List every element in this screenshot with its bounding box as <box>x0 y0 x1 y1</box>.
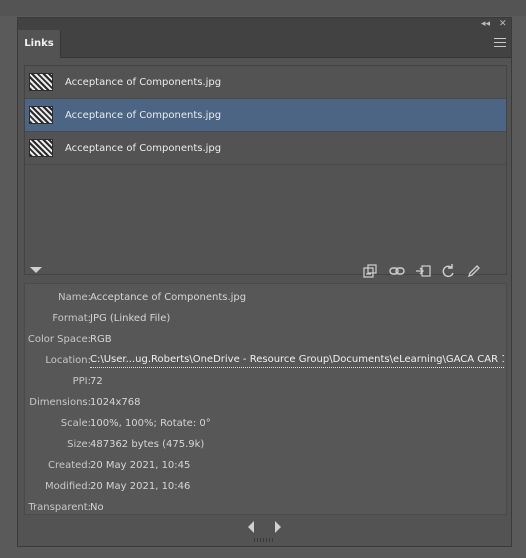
location-link[interactable]: C:\User...ug.Roberts\OneDrive - Resource… <box>90 353 504 368</box>
info-row-transparent: Transparent: No <box>25 497 506 518</box>
collapse-panel-icon[interactable]: ◂◂ <box>481 18 490 30</box>
link-name: Acceptance of Components.jpg <box>65 77 222 88</box>
info-label: Format: <box>52 313 91 324</box>
link-name: Acceptance of Components.jpg <box>65 143 222 154</box>
info-row-format: Format: JPG (Linked File) <box>25 308 506 329</box>
panel-title-bar[interactable]: ◂◂ ✕ <box>18 18 511 30</box>
update-link-icon[interactable] <box>439 262 457 280</box>
info-label: Created: <box>48 460 91 471</box>
thumbnail-icon <box>29 73 53 91</box>
panel-menu-icon[interactable] <box>494 38 506 50</box>
list-item[interactable]: Acceptance of Components.jpg <box>25 66 506 99</box>
info-row-created: Created: 20 May 2021, 10:45 <box>25 455 506 476</box>
link-info: Name: Acceptance of Components.jpg Forma… <box>24 283 507 515</box>
info-label: Transparent: <box>28 502 91 513</box>
top-strip <box>0 0 526 16</box>
next-link-icon[interactable] <box>275 521 281 533</box>
info-value: 1024x768 <box>90 397 141 408</box>
link-name: Acceptance of Components.jpg <box>65 110 222 121</box>
info-row-name: Name: Acceptance of Components.jpg <box>25 287 506 308</box>
edit-original-icon[interactable] <box>465 262 483 280</box>
info-label: Dimensions: <box>29 397 91 408</box>
info-label: Scale: <box>60 418 91 429</box>
info-row-modified: Modified: 20 May 2021, 10:46 <box>25 476 506 497</box>
go-to-link-icon[interactable] <box>414 262 432 280</box>
info-row-ppi: PPI: 72 <box>25 371 506 392</box>
info-label: Color Space: <box>27 334 91 345</box>
info-value: RGB <box>90 334 112 345</box>
link-icon[interactable] <box>388 262 406 280</box>
info-value: 100%, 100%; Rotate: 0° <box>90 418 211 429</box>
info-label: Location: <box>45 355 91 366</box>
links-panel: ◂◂ ✕ Links Acceptance of Components.jpg … <box>17 17 512 547</box>
info-label: PPI: <box>72 376 91 387</box>
list-item[interactable]: Acceptance of Components.jpg <box>25 132 506 165</box>
links-list[interactable]: Acceptance of Components.jpg Acceptance … <box>24 65 507 275</box>
info-value: Acceptance of Components.jpg <box>90 292 247 303</box>
thumbnail-icon <box>29 139 53 157</box>
info-label: Size: <box>67 439 91 450</box>
info-value: No <box>90 502 104 513</box>
info-row-scale: Scale: 100%, 100%; Rotate: 0° <box>25 413 506 434</box>
info-row-location: Location: C:\User...ug.Roberts\OneDrive … <box>25 350 506 371</box>
info-row-dimensions: Dimensions: 1024x768 <box>25 392 506 413</box>
relink-from-cc-icon[interactable] <box>361 262 379 280</box>
info-label: Modified: <box>44 481 91 492</box>
info-navigation <box>18 518 511 536</box>
tab-links[interactable]: Links <box>18 30 61 58</box>
info-row-color-space: Color Space: RGB <box>25 329 506 350</box>
info-label: Name: <box>58 292 91 303</box>
info-value: JPG (Linked File) <box>90 313 171 324</box>
previous-link-icon[interactable] <box>248 521 254 533</box>
show-info-toggle-icon[interactable] <box>30 267 42 273</box>
list-item-selected[interactable]: Acceptance of Components.jpg <box>25 99 506 132</box>
info-value: 72 <box>90 376 103 387</box>
close-icon[interactable]: ✕ <box>499 18 507 30</box>
resize-grip[interactable] <box>254 538 274 542</box>
tab-bar: Links <box>18 30 511 58</box>
links-toolbar <box>18 262 511 280</box>
info-row-size: Size: 487362 bytes (475.9k) <box>25 434 506 455</box>
info-value: 487362 bytes (475.9k) <box>90 439 205 450</box>
thumbnail-icon <box>29 106 53 124</box>
info-value: 20 May 2021, 10:46 <box>90 481 191 492</box>
info-value: 20 May 2021, 10:45 <box>90 460 191 471</box>
